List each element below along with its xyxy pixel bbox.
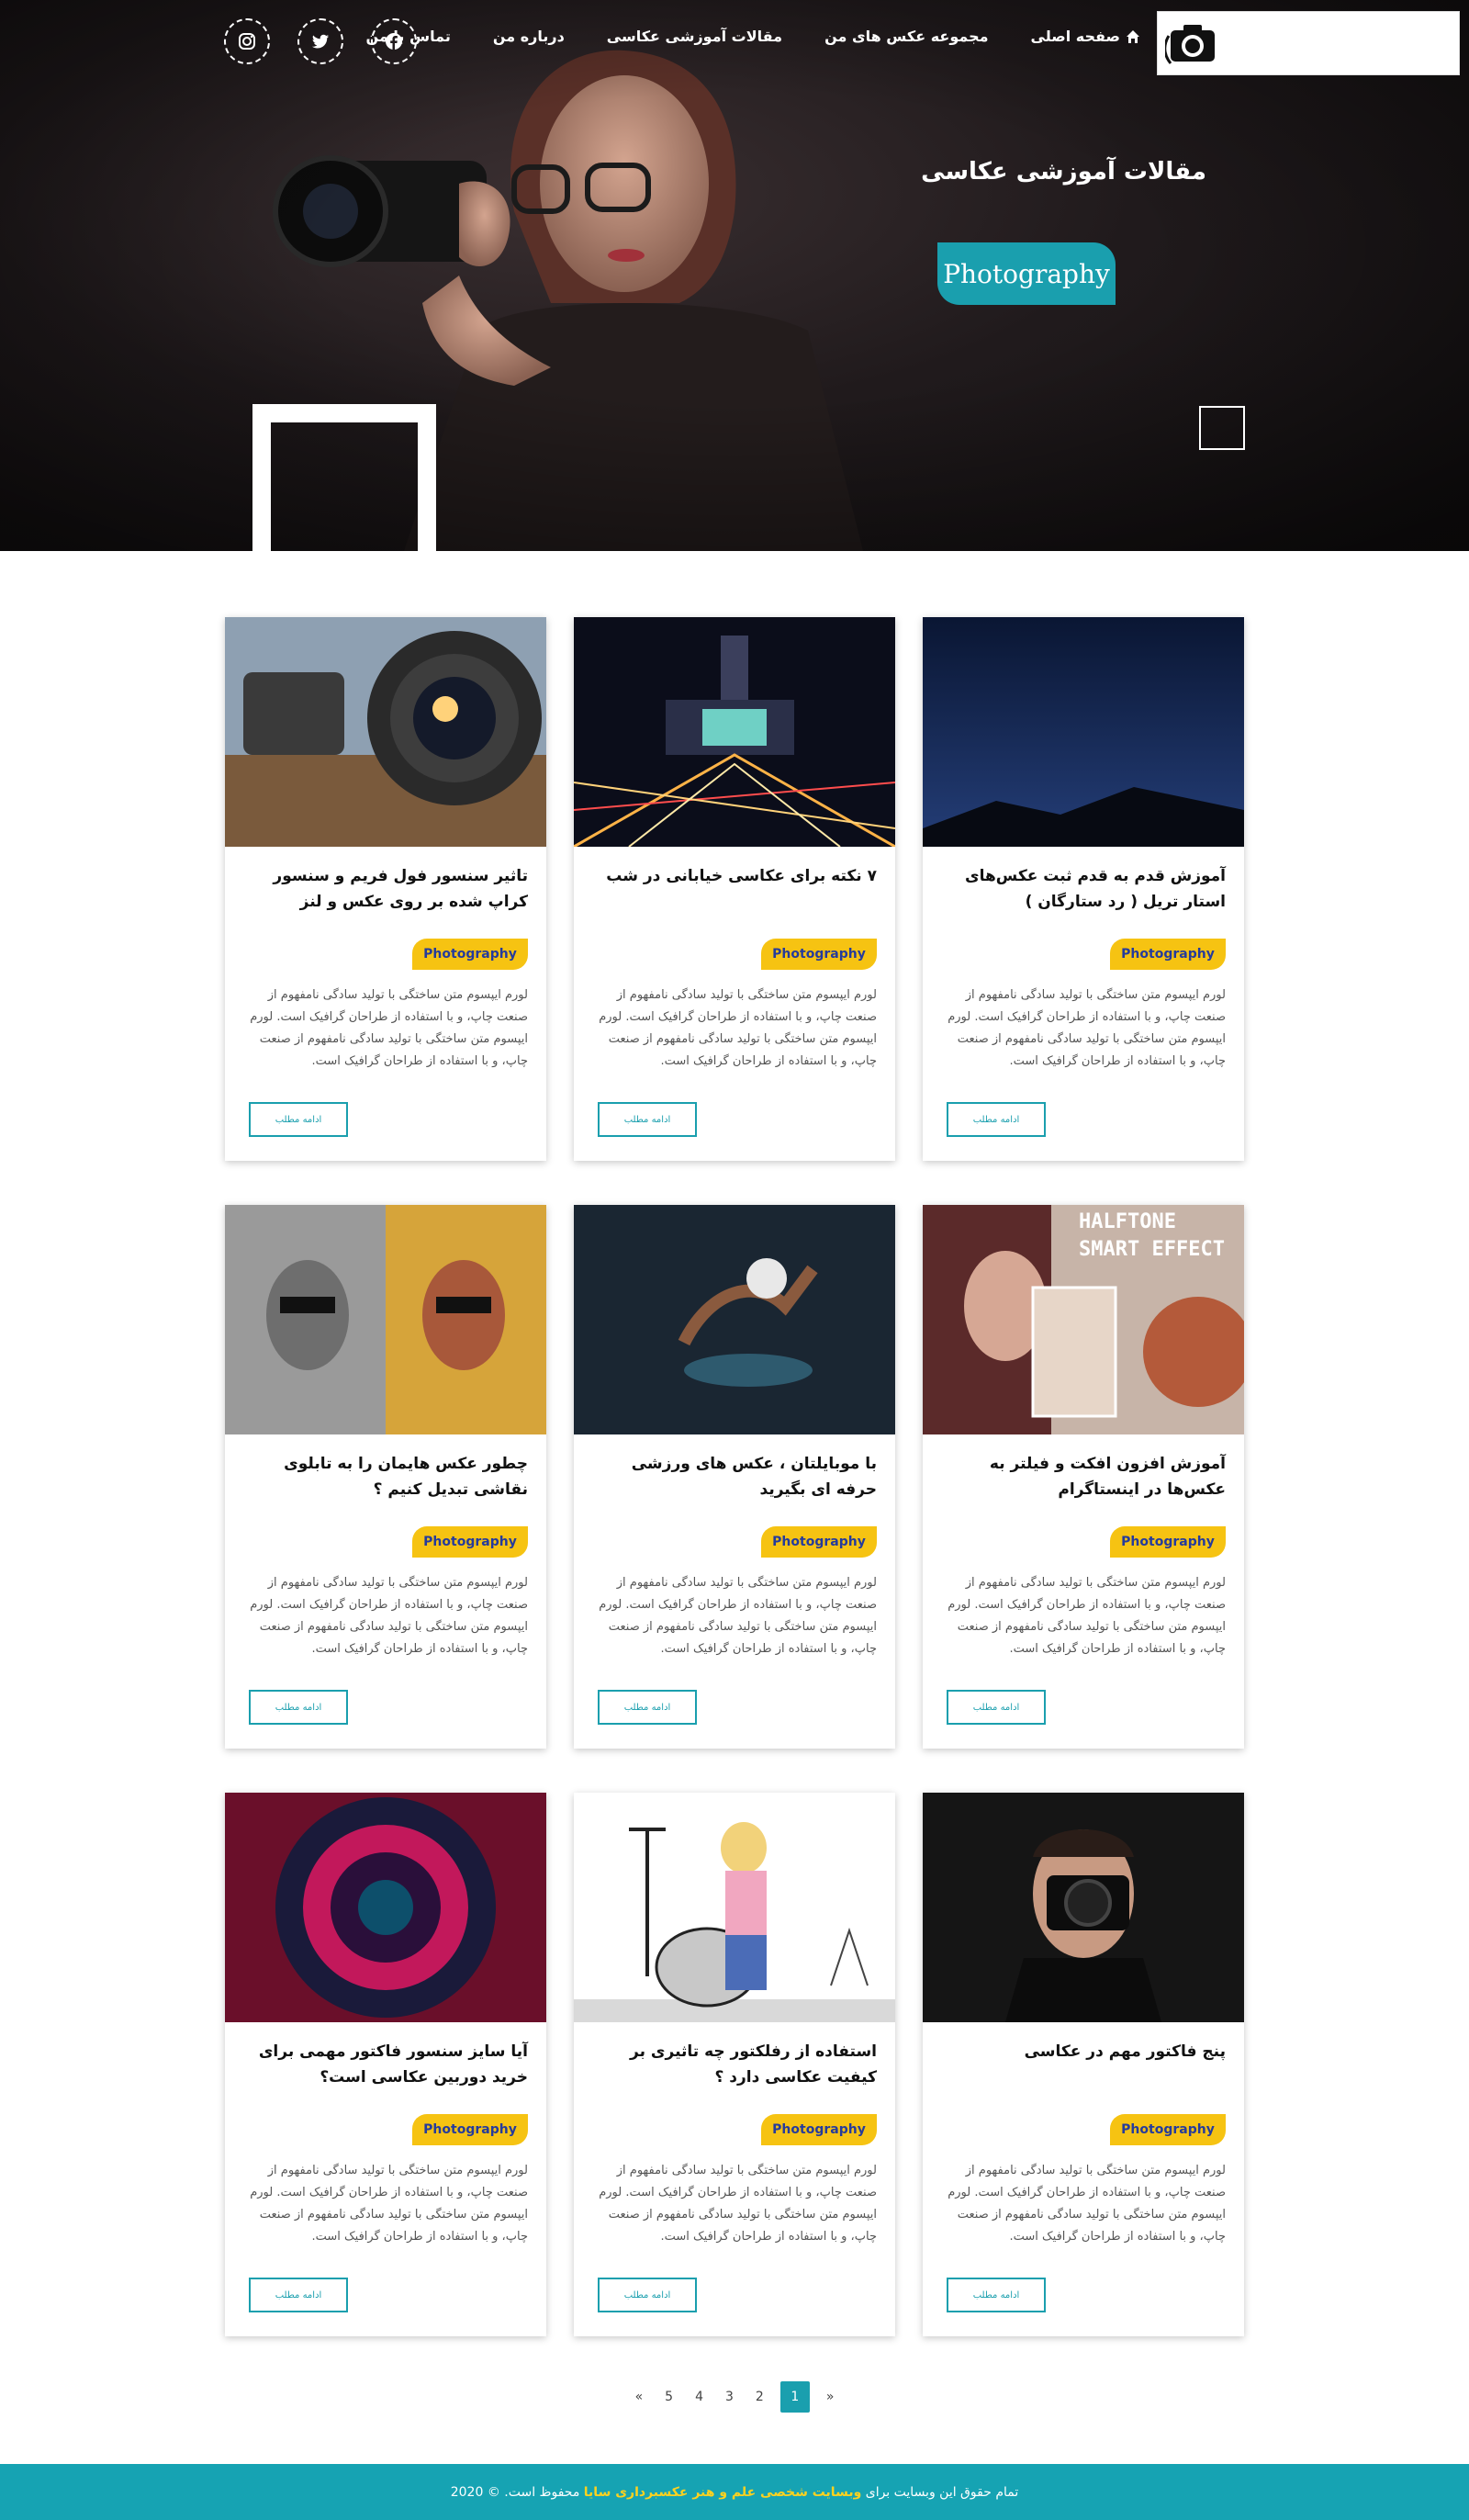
article-title[interactable]: تاثیر سنسور فول فریم و سنسور کراپ شده بر… [243, 863, 528, 915]
read-more-button[interactable]: ادامه مطلب [598, 1690, 697, 1725]
category-tag[interactable]: Photography [761, 939, 877, 970]
category-tag[interactable]: Photography [761, 2114, 877, 2145]
pagination-next[interactable]: » [821, 2381, 840, 2413]
article-title[interactable]: ۷ نکته برای عکاسی خیابانی در شب [592, 863, 877, 889]
decorative-square-large [252, 404, 436, 551]
menu-item-gallery[interactable]: مجموعه عکس های من [824, 28, 988, 45]
pagination-page-active[interactable]: 1 [779, 2381, 810, 2413]
pagination: « 5 4 3 2 1 » [0, 2380, 1469, 2413]
article-excerpt: لورم ایپسوم متن ساختگی با تولید سادگی نا… [948, 988, 1226, 1068]
category-tag[interactable]: Photography [412, 2114, 528, 2145]
sport-photo-image[interactable] [574, 1205, 895, 1434]
menu-item-articles[interactable]: مقالات آموزشی عکاسی [607, 28, 782, 45]
article-excerpt: لورم ایپسوم متن ساختگی با تولید سادگی نا… [250, 988, 528, 1068]
category-tag[interactable]: Photography [761, 1526, 877, 1558]
reflector-illustration-image[interactable] [574, 1793, 895, 2022]
article-title[interactable]: چطور عکس هایمان را به تابلوی نقاشی تبدیل… [243, 1451, 528, 1502]
read-more-button[interactable]: ادامه مطلب [598, 2278, 697, 2312]
article-card[interactable]: چطور عکس هایمان را به تابلوی نقاشی تبدیل… [225, 1205, 546, 1749]
category-tag[interactable]: Photography [412, 1526, 528, 1558]
photographer-image[interactable] [923, 1793, 1244, 2022]
article-title[interactable]: پنج فاکتور مهم در عکاسی [941, 2039, 1226, 2064]
footer: تمام حقوق این وبسایت برای وبسایت شخصی عل… [0, 2464, 1469, 2520]
instagram-icon [239, 33, 255, 50]
facebook-link[interactable] [371, 18, 417, 64]
camera-lens-image[interactable] [225, 617, 546, 847]
pagination-page[interactable]: 3 [720, 2381, 739, 2413]
article-excerpt: لورم ایپسوم متن ساختگی با تولید سادگی نا… [948, 1576, 1226, 1656]
twitter-link[interactable] [297, 18, 343, 64]
colorful-lens-image[interactable] [225, 1793, 546, 2022]
menu-item-gallery-label: مجموعه عکس های من [824, 28, 989, 45]
pagination-prev[interactable]: « [630, 2381, 649, 2413]
menu-item-articles-label: مقالات آموزشی عکاسی [606, 28, 783, 45]
footer-suffix: محفوظ است. © 2020 [450, 2484, 580, 2500]
read-more-button[interactable]: ادامه مطلب [249, 2278, 348, 2312]
painting-portrait-image[interactable] [225, 1205, 546, 1434]
menu-item-about-label: درباره من [492, 28, 565, 45]
read-more-button[interactable]: ادامه مطلب [947, 1102, 1046, 1137]
read-more-button[interactable]: ادامه مطلب [249, 1102, 348, 1137]
read-more-button[interactable]: ادامه مطلب [947, 2278, 1046, 2312]
star-trail-image[interactable] [923, 617, 1244, 847]
social-links [224, 18, 417, 64]
article-title[interactable]: استفاده از رفلکتور چه تاثیری بر کیفیت عک… [592, 2039, 877, 2090]
article-title[interactable]: با موبایلتان ، عکس های ورزشی حرفه ای بگی… [592, 1451, 877, 1502]
article-card[interactable]: تاثیر سنسور فول فریم و سنسور کراپ شده بر… [225, 617, 546, 1161]
article-card[interactable]: ۷ نکته برای عکاسی خیابانی در شب Photogra… [574, 617, 895, 1161]
article-card[interactable]: آیا سایز سنسور فاکتور مهمی برای خرید دور… [225, 1793, 546, 2336]
article-title[interactable]: آموزش قدم به قدم ثبت عکس‌های استار تریل … [941, 863, 1226, 915]
camera-logo-icon [1165, 25, 1215, 64]
article-card[interactable]: با موبایلتان ، عکس های ورزشی حرفه ای بگی… [574, 1205, 895, 1749]
article-card[interactable]: آموزش افزون افکت و فیلتر به عکس‌ها در ای… [923, 1205, 1244, 1749]
article-excerpt: لورم ایپسوم متن ساختگی با تولید سادگی نا… [599, 988, 877, 1068]
night-street-image[interactable] [574, 617, 895, 847]
hero-category-badge[interactable]: Photography [937, 242, 1116, 305]
article-card[interactable]: آموزش قدم به قدم ثبت عکس‌های استار تریل … [923, 617, 1244, 1161]
footer-prefix: تمام حقوق این وبسایت برای [865, 2484, 1019, 2500]
category-tag[interactable]: Photography [1110, 1526, 1226, 1558]
site-logo[interactable] [1157, 11, 1460, 75]
read-more-button[interactable]: ادامه مطلب [249, 1690, 348, 1725]
article-excerpt: لورم ایپسوم متن ساختگی با تولید سادگی نا… [250, 1576, 528, 1656]
twitter-icon [312, 34, 329, 49]
article-excerpt: لورم ایپسوم متن ساختگی با تولید سادگی نا… [250, 2164, 528, 2244]
home-icon [1127, 29, 1139, 43]
decorative-square-small [1199, 406, 1245, 450]
hero-title: مقالات آموزشی عکاسی [921, 158, 1206, 186]
article-title[interactable]: آیا سایز سنسور فاکتور مهمی برای خرید دور… [243, 2039, 528, 2090]
hero-photographer-image [0, 0, 1469, 551]
article-excerpt: لورم ایپسوم متن ساختگی با تولید سادگی نا… [599, 2164, 877, 2244]
category-tag[interactable]: Photography [412, 939, 528, 970]
instagram-link[interactable] [224, 18, 270, 64]
facebook-icon [386, 33, 402, 50]
pagination-page[interactable]: 2 [750, 2381, 769, 2413]
category-tag[interactable]: Photography [1110, 2114, 1226, 2145]
menu-item-about[interactable]: درباره من [493, 28, 565, 45]
articles-grid: آموزش قدم به قدم ثبت عکس‌های استار تریل … [225, 617, 1244, 2336]
article-excerpt: لورم ایپسوم متن ساختگی با تولید سادگی نا… [948, 2164, 1226, 2244]
image-caption: HALFTONE SMART EFFECT [1079, 1210, 1225, 1261]
pagination-page[interactable]: 4 [690, 2381, 709, 2413]
menu-item-home[interactable]: صفحه اصلی [1031, 28, 1140, 45]
category-tag[interactable]: Photography [1110, 939, 1226, 970]
menu-item-home-label: صفحه اصلی [1030, 28, 1120, 45]
footer-site-link[interactable]: وبسایت شخصی علم و هنر عکسبرداری سایا [584, 2485, 861, 2500]
article-card[interactable]: پنج فاکتور مهم در عکاسی Photography لورم… [923, 1793, 1244, 2336]
pagination-page[interactable]: 5 [659, 2381, 678, 2413]
article-title[interactable]: آموزش افزون افکت و فیلتر به عکس‌ها در ای… [941, 1451, 1226, 1502]
navbar: صفحه اصلی مجموعه عکس های من مقالات آموزش… [0, 0, 1469, 83]
hero-section: صفحه اصلی مجموعه عکس های من مقالات آموزش… [0, 0, 1469, 551]
article-excerpt: لورم ایپسوم متن ساختگی با تولید سادگی نا… [599, 1576, 877, 1656]
main-menu: صفحه اصلی مجموعه عکس های من مقالات آموزش… [324, 28, 1140, 45]
article-card[interactable]: استفاده از رفلکتور چه تاثیری بر کیفیت عک… [574, 1793, 895, 2336]
read-more-button[interactable]: ادامه مطلب [947, 1690, 1046, 1725]
read-more-button[interactable]: ادامه مطلب [598, 1102, 697, 1137]
